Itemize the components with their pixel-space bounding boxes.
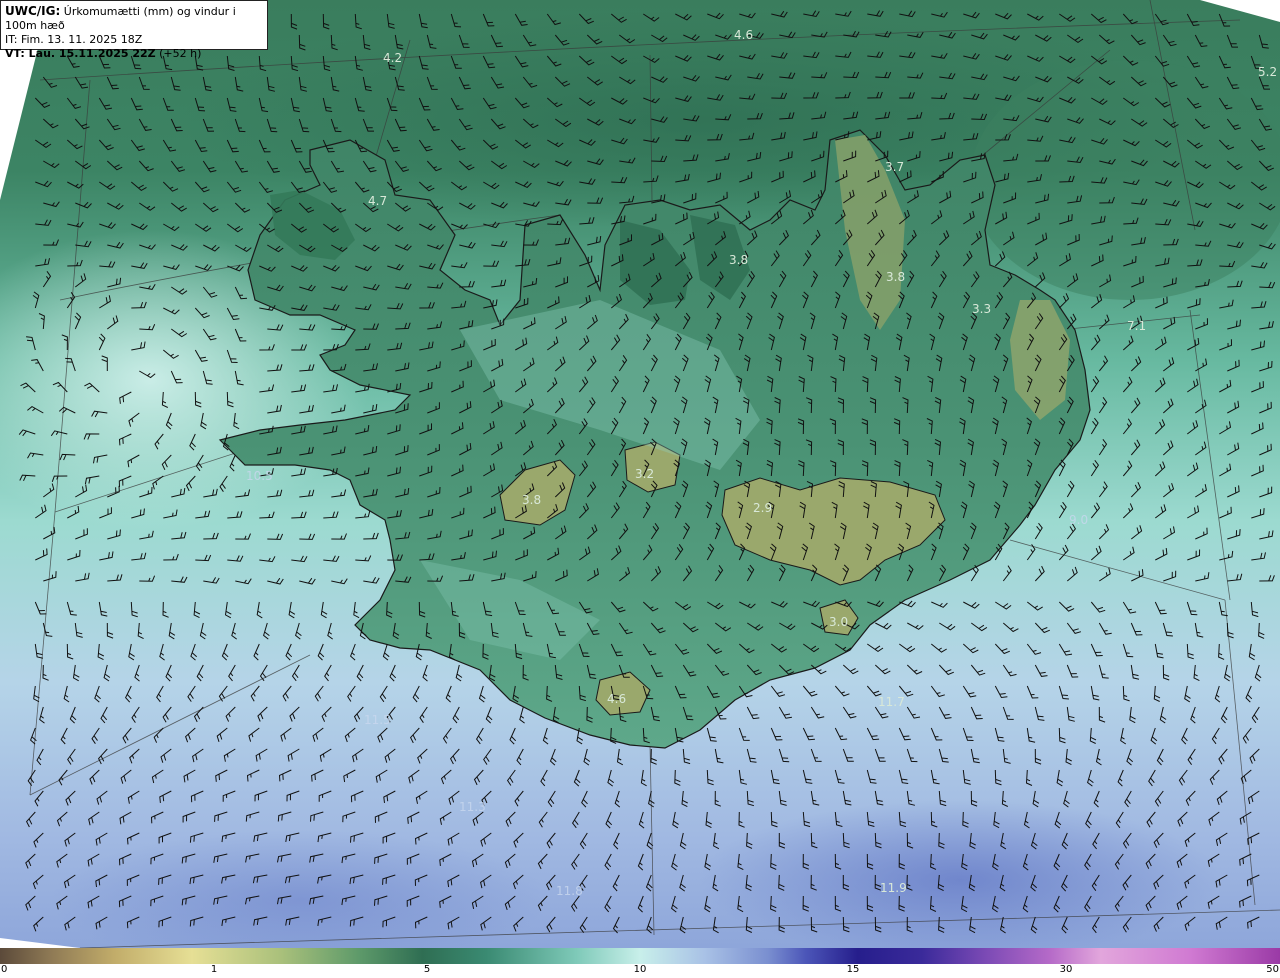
value-label: 3.3 bbox=[972, 302, 991, 316]
value-label: 3.0 bbox=[829, 615, 848, 629]
colorbar-tick: 0 bbox=[1, 964, 8, 975]
value-label: 11.3 bbox=[459, 800, 486, 814]
lead-time: (+52 h) bbox=[159, 47, 202, 60]
value-label: 11.8 bbox=[556, 884, 583, 898]
value-label: 4.6 bbox=[734, 28, 753, 42]
value-label: 4.6 bbox=[607, 692, 626, 706]
colorbar-ticks: 0 1 5 10 15 30 50 bbox=[0, 964, 1280, 978]
value-label: 3.8 bbox=[522, 493, 541, 507]
colorbar-tick: 10 bbox=[633, 964, 647, 975]
value-label: 11.7 bbox=[878, 695, 905, 709]
model-label: UWC/IG: bbox=[5, 4, 61, 18]
value-label: 3.8 bbox=[729, 253, 748, 267]
value-label: 7.1 bbox=[1127, 319, 1146, 333]
value-label: 4.2 bbox=[383, 51, 402, 65]
value-label: 11.5 bbox=[364, 713, 391, 727]
value-label: 3.7 bbox=[885, 160, 904, 174]
value-label: 2.9 bbox=[753, 501, 772, 515]
title-line: UWC/IG: Úrkomumætti (mm) og vindur i 100… bbox=[5, 4, 263, 33]
value-label: 4.7 bbox=[368, 194, 387, 208]
valid-time: VT: Lau. 15.11.2025 22Z bbox=[5, 47, 156, 60]
colorbar bbox=[0, 948, 1280, 964]
valid-time-line: VT: Lau. 15.11.2025 22Z (+52 h) bbox=[5, 47, 263, 61]
value-label: 10.5 bbox=[246, 469, 273, 483]
value-label: 11.9 bbox=[880, 881, 907, 895]
init-time: IT: Fim. 13. 11. 2025 18Z bbox=[5, 33, 143, 46]
colorbar-tick: 1 bbox=[210, 964, 218, 975]
colorbar-tick: 50 bbox=[1266, 964, 1279, 975]
colorbar-tick: 30 bbox=[1059, 964, 1073, 975]
colorbar-tick: 5 bbox=[423, 964, 431, 975]
value-label: 3.2 bbox=[635, 467, 654, 481]
value-label: 3.8 bbox=[886, 270, 905, 284]
precipitation-wind-map: 4.2 4.6 5.2 4.7 3.7 3.8 3.8 3.3 7.1 3.2 … bbox=[0, 0, 1280, 948]
value-label: 9.0 bbox=[1069, 513, 1088, 527]
value-label: 5.2 bbox=[1258, 65, 1277, 79]
colorbar-tick: 15 bbox=[846, 964, 860, 975]
info-box: UWC/IG: Úrkomumætti (mm) og vindur i 100… bbox=[0, 0, 268, 60]
